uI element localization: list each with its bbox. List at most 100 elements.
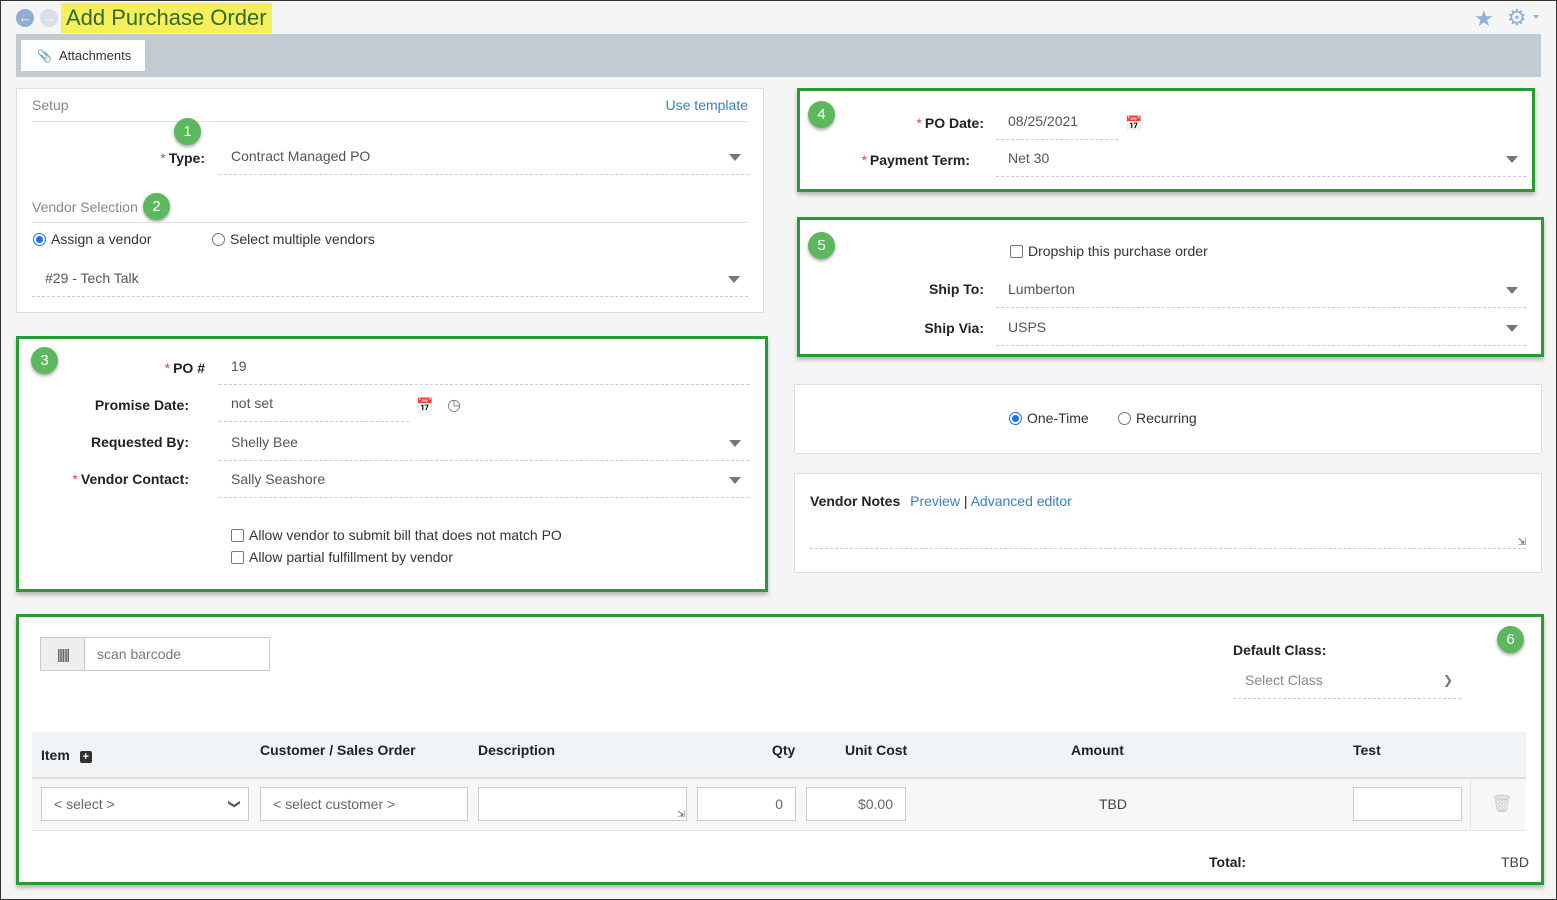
dates-card: 4 * PO Date: 08/25/2021 📅 * Payment Term: … — [797, 88, 1535, 192]
chevron-down-icon: ❯ — [227, 798, 242, 810]
vendor-notes-label: Vendor Notes — [810, 493, 901, 509]
advanced-editor-link[interactable]: Advanced editor — [971, 493, 1072, 509]
chevron-down-icon: ❯ — [1442, 673, 1453, 687]
vendor-contact-value: Sally Seashore — [231, 471, 326, 487]
setup-card: Setup Use template 1 * Type: Contract Man… — [16, 88, 764, 313]
preview-link[interactable]: Preview — [910, 493, 960, 509]
radio-one-time[interactable]: One-Time — [1009, 410, 1089, 426]
po-date-value: 08/25/2021 — [1008, 113, 1079, 129]
back-icon[interactable]: ← — [16, 9, 34, 27]
link-separator: | — [963, 493, 968, 509]
clock-icon[interactable]: ◷ — [447, 395, 461, 415]
setup-section-label: Setup — [32, 97, 69, 113]
frequency-card: One-Time Recurring — [794, 384, 1542, 454]
requested-by-value: Shelly Bee — [231, 434, 298, 450]
ship-to-label: Ship To: — [929, 281, 984, 297]
column-header-customer: Customer / Sales Order — [260, 742, 416, 758]
po-number-value: 19 — [231, 358, 247, 374]
attachments-label: Attachments — [58, 48, 132, 63]
vendor-select[interactable]: #29 - Tech Talk — [32, 263, 748, 297]
type-select[interactable]: Contract Managed PO — [219, 141, 749, 175]
vendor-notes-textarea[interactable]: ⇲ — [810, 524, 1526, 549]
barcode-scan-group: ||||||| scan barcode — [40, 637, 270, 671]
line-items-card: 6 ||||||| scan barcode Default Class: Se… — [16, 614, 1544, 885]
ship-via-select[interactable]: USPS — [996, 312, 1526, 346]
default-class-label: Default Class: — [1233, 642, 1327, 658]
checkbox-dropship[interactable]: Dropship this purchase order — [1010, 243, 1208, 259]
description-input[interactable]: ⇲ — [478, 787, 687, 821]
po-date-input[interactable]: 08/25/2021 — [996, 106, 1118, 140]
type-value: Contract Managed PO — [231, 148, 371, 164]
checkbox-bill-mismatch[interactable]: Allow vendor to submit bill that does no… — [231, 527, 562, 543]
dropdown-caret-icon — [729, 154, 741, 161]
payment-term-label: * Payment Term: — [861, 152, 970, 168]
step-badge-4: 4 — [808, 101, 835, 128]
calendar-icon[interactable]: 📅 — [1125, 115, 1142, 132]
item-select[interactable]: < select > ❯ — [41, 787, 249, 821]
total-value: TBD — [1501, 854, 1529, 870]
vendor-selection-label: Vendor Selection — [32, 199, 138, 215]
customer-select[interactable]: < select customer > — [260, 787, 468, 821]
column-header-item: Item + — [41, 747, 92, 763]
default-class-select[interactable]: Select Class ❯ — [1233, 665, 1461, 699]
calendar-icon[interactable]: 📅 — [416, 397, 433, 414]
po-number-label: * PO # — [164, 360, 205, 376]
resize-handle-icon[interactable]: ⇲ — [1518, 537, 1526, 548]
vendor-notes-card: Vendor Notes Preview | Advanced editor ⇲ — [794, 473, 1542, 573]
radio-select-multiple-vendors[interactable]: Select multiple vendors — [212, 231, 375, 247]
unit-cost-input[interactable]: $0.00 — [806, 787, 906, 821]
test-input[interactable] — [1353, 787, 1462, 821]
toolbar: 📎 Attachments — [16, 34, 1541, 77]
dropdown-caret-icon — [1506, 287, 1518, 294]
dropdown-caret-icon — [1506, 156, 1518, 163]
promise-date-input[interactable]: not set — [219, 388, 409, 422]
type-label: * Type: — [160, 150, 205, 166]
use-template-link[interactable]: Use template — [666, 97, 748, 113]
column-header-amount: Amount — [1071, 742, 1124, 758]
amount-value: TBD — [1099, 796, 1127, 812]
promise-date-label: Promise Date: — [94, 397, 189, 413]
chevron-down-icon[interactable] — [1533, 15, 1539, 19]
qty-input[interactable]: 0 — [697, 787, 796, 821]
vendor-contact-label: * Vendor Contact: — [72, 471, 189, 487]
vendor-value: #29 - Tech Talk — [45, 270, 139, 286]
requested-by-label: Requested By: — [90, 434, 189, 450]
trash-icon[interactable]: 🗑 — [1491, 794, 1513, 814]
ship-to-select[interactable]: Lumberton — [996, 274, 1526, 308]
checkbox-icon — [231, 529, 244, 542]
step-badge-1: 1 — [174, 118, 201, 145]
dropdown-caret-icon — [729, 477, 741, 484]
resize-handle-icon[interactable]: ⇲ — [677, 798, 685, 830]
dropdown-caret-icon — [728, 276, 740, 283]
shipping-card: 5 Dropship this purchase order Ship To: … — [797, 217, 1544, 357]
step-badge-2: 2 — [143, 193, 170, 220]
step-badge-3: 3 — [31, 347, 58, 374]
payment-term-select[interactable]: Net 30 — [996, 143, 1526, 177]
vendor-contact-select[interactable]: Sally Seashore — [219, 464, 749, 498]
ship-via-label: Ship Via: — [924, 320, 984, 336]
barcode-icon[interactable]: ||||||| — [41, 638, 85, 670]
column-header-description: Description — [478, 742, 556, 758]
total-label: Total: — [1209, 854, 1247, 870]
checkbox-icon — [231, 551, 244, 564]
promise-date-value: not set — [231, 395, 274, 411]
radio-assign-vendor[interactable]: Assign a vendor — [33, 231, 151, 247]
po-number-input[interactable]: 19 — [219, 351, 749, 385]
radio-recurring[interactable]: Recurring — [1118, 410, 1197, 426]
forward-icon[interactable]: → — [40, 9, 58, 27]
add-item-icon[interactable]: + — [79, 751, 92, 763]
page-title: Add Purchase Order — [61, 3, 272, 33]
star-icon[interactable]: ★ — [1474, 6, 1494, 32]
table-row: < select > ❯ < select customer > ⇲ 0 $0.… — [32, 779, 1526, 831]
step-badge-5: 5 — [808, 232, 835, 259]
barcode-input[interactable]: scan barcode — [97, 638, 181, 670]
attachments-button[interactable]: 📎 Attachments — [21, 40, 145, 71]
requested-by-select[interactable]: Shelly Bee — [219, 427, 749, 461]
radio-unchecked-icon — [1118, 412, 1131, 425]
divider — [32, 222, 748, 223]
checkbox-partial-fulfillment[interactable]: Allow partial fulfillment by vendor — [231, 549, 453, 565]
table-header: Item + Customer / Sales Order Descriptio… — [32, 732, 1526, 779]
gear-icon[interactable]: ⚙ — [1507, 5, 1527, 31]
radio-unchecked-icon — [212, 233, 225, 246]
po-date-label: * PO Date: — [916, 115, 984, 131]
